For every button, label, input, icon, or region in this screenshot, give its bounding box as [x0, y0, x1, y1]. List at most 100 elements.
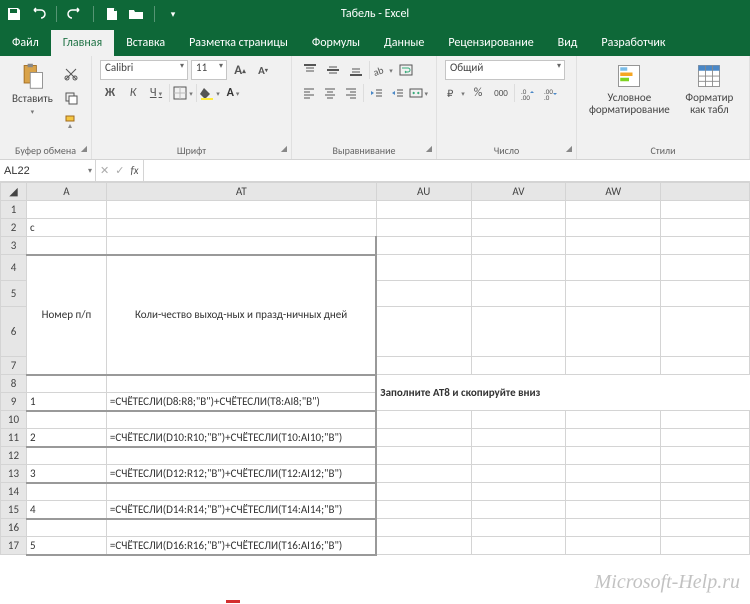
group-font: Calibri 11 A▴ A▾ Ж К Ч A Шрифт◢ — [92, 56, 292, 159]
save-icon[interactable] — [6, 6, 22, 22]
row-header[interactable]: 6 — [1, 307, 27, 357]
fill-color-icon[interactable] — [200, 83, 220, 103]
cell[interactable]: Коли-чество выход-ных и празд-ничных дне… — [106, 255, 376, 375]
orientation-icon[interactable]: ab — [373, 60, 393, 80]
row-header[interactable]: 9 — [1, 393, 27, 411]
merge-cells-icon[interactable] — [409, 83, 429, 103]
row-header[interactable]: 14 — [1, 483, 27, 501]
col-header-AU[interactable]: AU — [376, 183, 471, 201]
conditional-formatting-button[interactable]: Условное форматирование — [585, 60, 674, 118]
name-box-input[interactable] — [0, 165, 95, 177]
col-header-next[interactable] — [661, 183, 750, 201]
align-bottom-icon[interactable] — [346, 60, 366, 80]
tab-layout[interactable]: Разметка страницы — [177, 30, 300, 56]
undo-icon[interactable] — [30, 6, 46, 22]
row-header[interactable]: 10 — [1, 411, 27, 429]
font-name-select[interactable]: Calibri — [100, 60, 188, 80]
cell[interactable]: =СЧЁТЕСЛИ(D8:R8;"В")+СЧЁТЕСЛИ(T8:AI8;"В"… — [106, 393, 376, 411]
row-header[interactable]: 13 — [1, 465, 27, 483]
tab-review[interactable]: Рецензирование — [436, 30, 545, 56]
row-header[interactable]: 15 — [1, 501, 27, 519]
cell[interactable]: 4 — [26, 501, 106, 519]
bold-button[interactable]: Ж — [100, 83, 120, 103]
italic-button[interactable]: К — [123, 83, 143, 103]
select-all-corner[interactable]: ◢ — [1, 183, 27, 201]
redo-icon[interactable] — [67, 6, 83, 22]
row-header[interactable]: 2 — [1, 219, 27, 237]
row-header[interactable]: 12 — [1, 447, 27, 465]
formula-bar[interactable] — [144, 160, 750, 181]
tab-data[interactable]: Данные — [372, 30, 436, 56]
cell[interactable]: =СЧЁТЕСЛИ(D14:R14;"В")+СЧЁТЕСЛИ(T14:AI14… — [106, 501, 376, 519]
comma-style-icon[interactable]: 000 — [491, 83, 511, 103]
borders-icon[interactable] — [173, 83, 193, 103]
currency-icon[interactable]: ₽ — [445, 83, 465, 103]
open-icon[interactable] — [128, 6, 144, 22]
group-clipboard: Вставить ▾ Буфер обмена◢ — [0, 56, 92, 159]
decrease-indent-icon[interactable] — [367, 83, 385, 103]
cell[interactable]: =СЧЁТЕСЛИ(D12:R12;"В")+СЧЁТЕСЛИ(T12:AI12… — [106, 465, 376, 483]
paste-button[interactable]: Вставить ▾ — [8, 60, 57, 118]
cell[interactable]: 5 — [26, 537, 106, 555]
cell[interactable]: 2 — [26, 429, 106, 447]
cell[interactable]: =СЧЁТЕСЛИ(D16:R16;"В")+СЧЁТЕСЛИ(T16:AI16… — [106, 537, 376, 555]
launcher-icon[interactable]: ◢ — [281, 144, 287, 154]
row-header[interactable]: 3 — [1, 237, 27, 255]
tab-view[interactable]: Вид — [546, 30, 590, 56]
row-header[interactable]: 11 — [1, 429, 27, 447]
increase-font-icon[interactable]: A▴ — [230, 60, 250, 80]
number-format-select[interactable]: Общий — [445, 60, 565, 80]
wrap-text-icon[interactable] — [396, 60, 416, 80]
percent-icon[interactable]: % — [468, 83, 488, 103]
increase-decimal-icon[interactable]: .0.00 — [518, 83, 538, 103]
cell[interactable]: с — [26, 219, 106, 237]
align-center-icon[interactable] — [321, 83, 339, 103]
decrease-decimal-icon[interactable]: .00.0 — [541, 83, 561, 103]
font-size-select[interactable]: 11 — [191, 60, 227, 80]
tab-formulas[interactable]: Формулы — [300, 30, 372, 56]
new-icon[interactable] — [104, 6, 120, 22]
cancel-formula-icon[interactable]: ✕ — [100, 164, 109, 177]
align-middle-icon[interactable] — [323, 60, 343, 80]
col-header-AT[interactable]: AT — [106, 183, 376, 201]
launcher-icon[interactable]: ◢ — [426, 144, 432, 154]
font-color-icon[interactable]: A — [223, 83, 243, 103]
group-alignment-label: Выравнивание◢ — [300, 142, 428, 157]
format-painter-icon[interactable] — [61, 112, 81, 132]
row-header[interactable]: 7 — [1, 357, 27, 375]
launcher-icon[interactable]: ◢ — [566, 144, 572, 154]
cell[interactable]: 3 — [26, 465, 106, 483]
tab-file[interactable]: Файл — [0, 30, 51, 56]
align-left-icon[interactable] — [300, 83, 318, 103]
underline-button[interactable]: Ч — [146, 83, 166, 103]
cell[interactable]: 1 — [26, 393, 106, 411]
group-styles: Условное форматирование Форматир как таб… — [577, 56, 750, 159]
launcher-icon[interactable]: ◢ — [81, 144, 87, 154]
worksheet-grid[interactable]: ◢ A AT AU AV AW 1 2с 3 4 Номер п/п Коли-… — [0, 182, 750, 556]
tab-developer[interactable]: Разработчик — [589, 30, 677, 56]
name-box[interactable]: ▾ — [0, 160, 96, 181]
cut-icon[interactable] — [61, 64, 81, 84]
row-header[interactable]: 4 — [1, 255, 27, 281]
enter-formula-icon[interactable]: ✓ — [115, 164, 124, 177]
row-header[interactable]: 1 — [1, 201, 27, 219]
align-top-icon[interactable] — [300, 60, 320, 80]
row-header[interactable]: 17 — [1, 537, 27, 555]
col-header-AW[interactable]: AW — [566, 183, 661, 201]
row-header[interactable]: 5 — [1, 281, 27, 307]
align-right-icon[interactable] — [342, 83, 360, 103]
cell[interactable]: Номер п/п — [26, 255, 106, 375]
tab-home[interactable]: Главная — [51, 30, 114, 56]
cell[interactable]: =СЧЁТЕСЛИ(D10:R10;"В")+СЧЁТЕСЛИ(T10:AI10… — [106, 429, 376, 447]
increase-indent-icon[interactable] — [388, 83, 406, 103]
tab-insert[interactable]: Вставка — [114, 30, 177, 56]
row-header[interactable]: 16 — [1, 519, 27, 537]
col-header-A[interactable]: A — [26, 183, 106, 201]
row-header[interactable]: 8 — [1, 375, 27, 393]
decrease-font-icon[interactable]: A▾ — [253, 60, 273, 80]
qat-customize-icon[interactable]: ▾ — [165, 6, 181, 22]
col-header-AV[interactable]: AV — [471, 183, 566, 201]
format-as-table-button[interactable]: Форматир как табл — [678, 60, 741, 118]
copy-icon[interactable] — [61, 88, 81, 108]
fx-icon[interactable]: fx — [130, 164, 138, 177]
